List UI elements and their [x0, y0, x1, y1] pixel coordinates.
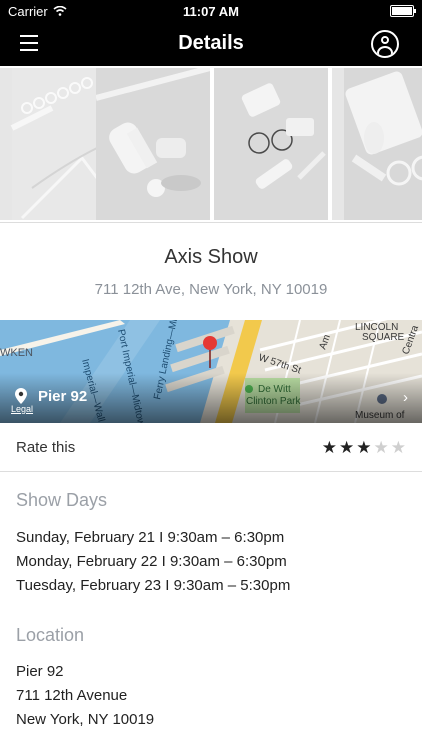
location-pin-icon: [15, 388, 27, 404]
map-location-label[interactable]: Pier 92: [38, 388, 87, 405]
star-icon[interactable]: ★: [356, 439, 371, 456]
status-bar: Carrier 11:07 AM: [0, 0, 422, 22]
map-preview[interactable]: WKEN W 57th St De Witt Clinton Park LINC…: [0, 320, 422, 423]
location-line: Pier 92: [16, 663, 64, 680]
star-icon[interactable]: ★: [391, 439, 406, 456]
nav-bar: Details: [0, 22, 422, 66]
svg-text:WKEN: WKEN: [0, 347, 33, 359]
page-title: Details: [178, 32, 244, 54]
rate-label: Rate this: [16, 439, 76, 456]
show-day-item: Monday, February 22 I 9:30am – 6:30pm: [16, 553, 287, 570]
star-icon[interactable]: ★: [374, 439, 389, 456]
wifi-icon: [53, 6, 67, 16]
location-title: Location: [16, 625, 85, 645]
show-day-item: Sunday, February 21 I 9:30am – 6:30pm: [16, 529, 285, 546]
show-days-title: Show Days: [16, 490, 108, 510]
location-line: New York, NY 10019: [16, 711, 155, 728]
venue-address: 711 12th Ave, New York, NY 10019: [94, 281, 328, 298]
location-line: 711 12th Avenue: [16, 687, 128, 704]
rating-row: Rate this ★ ★ ★ ★ ★: [0, 424, 422, 472]
venue-name: Axis Show: [164, 246, 258, 268]
map-legal-link[interactable]: Legal: [11, 404, 33, 414]
star-icon[interactable]: ★: [339, 439, 354, 456]
profile-icon[interactable]: [371, 30, 399, 58]
venue-header: Axis Show 711 12th Ave, New York, NY 100…: [0, 222, 422, 321]
gallery-photo[interactable]: [214, 68, 328, 220]
battery-icon: [390, 5, 416, 17]
gallery-photo[interactable]: [96, 68, 210, 220]
svg-text:SQUARE: SQUARE: [362, 332, 405, 343]
carrier-label: Carrier: [8, 3, 48, 19]
chevron-right-icon[interactable]: ›: [403, 389, 408, 406]
gallery-photo[interactable]: [332, 68, 422, 220]
star-rating[interactable]: ★ ★ ★ ★ ★: [322, 439, 406, 456]
photo-gallery[interactable]: [0, 68, 422, 220]
star-icon[interactable]: ★: [322, 439, 337, 456]
show-day-item: Tuesday, February 23 I 9:30am – 5:30pm: [16, 577, 291, 594]
